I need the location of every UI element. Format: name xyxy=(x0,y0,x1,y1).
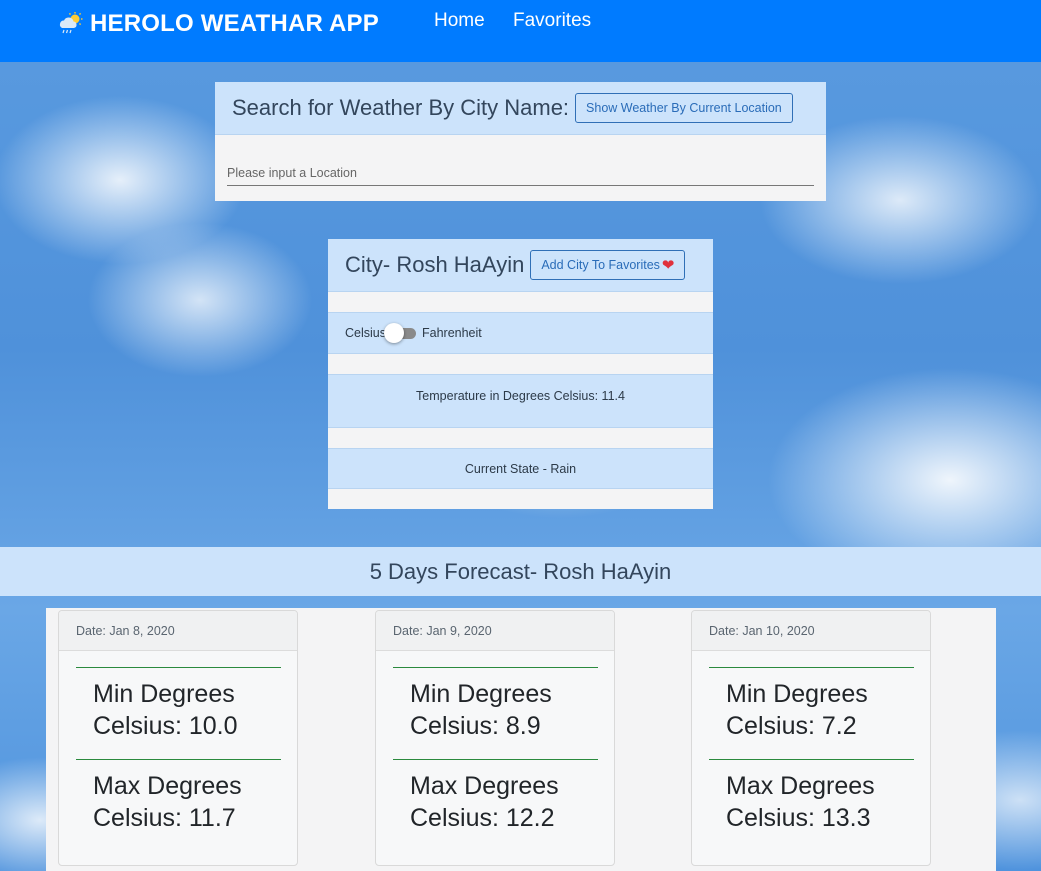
min-degrees-line1: Min Degrees xyxy=(726,680,868,708)
toggle-knob[interactable] xyxy=(384,322,404,343)
max-degrees: Max Degrees Celsius: 12.2 xyxy=(410,770,610,834)
min-degrees: Min Degrees Celsius: 10.0 xyxy=(93,678,293,742)
min-degrees-line1: Min Degrees xyxy=(410,680,552,708)
forecast-day-card: Date: Jan 9, 2020 Min Degrees Celsius: 8… xyxy=(375,610,615,866)
search-title: Search for Weather By City Name: xyxy=(232,95,570,120)
search-header: Search for Weather By City Name: Show We… xyxy=(215,82,826,135)
current-location-button[interactable]: Show Weather By Current Location xyxy=(575,93,793,123)
max-degrees-line2: Celsius: 11.7 xyxy=(93,804,236,832)
forecast-day-card: Date: Jan 8, 2020 Min Degrees Celsius: 1… xyxy=(58,610,298,866)
forecast-date: Date: Jan 9, 2020 xyxy=(376,611,614,651)
heart-icon: ❤ xyxy=(661,256,675,274)
forecast-date: Date: Jan 8, 2020 xyxy=(59,611,297,651)
location-search-input[interactable] xyxy=(227,161,814,186)
current-state-row: Current State - Rain xyxy=(328,448,713,489)
nav-favorites-link[interactable]: Favorites xyxy=(513,10,591,32)
divider xyxy=(393,759,598,760)
unit-fahrenheit-label: Fahrenheit xyxy=(422,326,482,340)
max-degrees: Max Degrees Celsius: 11.7 xyxy=(93,770,293,834)
min-degrees-line1: Min Degrees xyxy=(93,680,235,708)
app-title: HEROLO WEATHAR APP xyxy=(90,10,379,37)
max-degrees-line1: Max Degrees xyxy=(93,772,242,800)
temperature-row: Temperature in Degrees Celsius: 11.4 xyxy=(328,374,713,428)
divider xyxy=(76,759,281,760)
divider xyxy=(393,667,598,668)
divider xyxy=(709,759,914,760)
forecast-date: Date: Jan 10, 2020 xyxy=(692,611,930,651)
add-to-favorites-button[interactable]: Add City To Favorites ❤ xyxy=(530,250,686,280)
divider xyxy=(76,667,281,668)
current-state-text: Current State - Rain xyxy=(464,462,577,476)
divider xyxy=(709,667,914,668)
temperature-text: Temperature in Degrees Celsius: 11.4 xyxy=(416,389,625,403)
add-to-favorites-label: Add City To Favorites xyxy=(541,258,660,272)
forecast-header-strip: 5 Days Forecast- Rosh HaAyin xyxy=(0,547,1041,596)
forecast-area: Date: Jan 8, 2020 Min Degrees Celsius: 1… xyxy=(46,608,996,871)
forecast-title: 5 Days Forecast- Rosh HaAyin xyxy=(369,558,672,584)
max-degrees: Max Degrees Celsius: 13.3 xyxy=(726,770,926,834)
weather-partly-cloudy-rain-icon xyxy=(59,12,83,34)
city-title: City- Rosh HaAyin xyxy=(345,252,525,277)
forecast-day-card: Date: Jan 10, 2020 Min Degrees Celsius: … xyxy=(691,610,931,866)
max-degrees-line2: Celsius: 13.3 xyxy=(726,804,871,832)
max-degrees-line1: Max Degrees xyxy=(726,772,875,800)
max-degrees-line2: Celsius: 12.2 xyxy=(410,804,555,832)
navbar: HEROLO WEATHAR APP Home Favorites xyxy=(0,0,1041,62)
city-header: City- Rosh HaAyin Add City To Favorites … xyxy=(328,239,713,292)
min-degrees-line2: Celsius: 8.9 xyxy=(410,712,541,740)
min-degrees: Min Degrees Celsius: 7.2 xyxy=(726,678,926,742)
max-degrees-line1: Max Degrees xyxy=(410,772,559,800)
nav-home-link[interactable]: Home xyxy=(434,10,485,32)
min-degrees-line2: Celsius: 7.2 xyxy=(726,712,857,740)
min-degrees-line2: Celsius: 10.0 xyxy=(93,712,238,740)
min-degrees: Min Degrees Celsius: 8.9 xyxy=(410,678,610,742)
unit-celsius-label: Celsius xyxy=(345,326,386,340)
city-panel: City- Rosh HaAyin Add City To Favorites … xyxy=(328,239,713,509)
brand[interactable]: HEROLO WEATHAR APP xyxy=(58,6,379,42)
unit-toggle-switch[interactable] xyxy=(384,322,416,343)
unit-toggle-row: Celsius Fahrenheit xyxy=(328,312,713,354)
search-panel: Search for Weather By City Name: Show We… xyxy=(215,82,826,201)
